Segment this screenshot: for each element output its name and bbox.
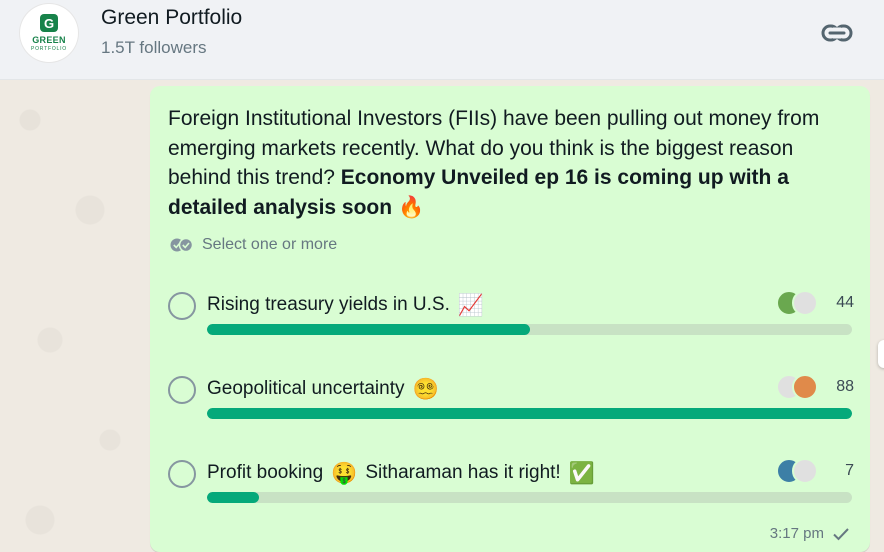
poll-option-bar-track [207, 324, 852, 335]
avatar-brand-text: GREEN [32, 35, 66, 45]
poll-option-text: Rising treasury yields in U.S. [207, 294, 450, 315]
poll-option-label[interactable]: Geopolitical uncertainty 😵‍💫 [207, 376, 439, 402]
poll-question: Foreign Institutional Investors (FIIs) h… [168, 104, 848, 222]
poll-option-radio[interactable] [168, 292, 196, 320]
poll-message-bubble: Foreign Institutional Investors (FIIs) h… [150, 86, 870, 552]
avatar-logo-mark: G [40, 14, 58, 32]
poll-option[interactable]: Profit booking 🤑 Sitharaman has it right… [168, 456, 854, 516]
voter-avatar [792, 374, 818, 400]
poll-option-suffix-text: Sitharaman has it right! [365, 462, 561, 483]
poll-option-voters[interactable] [776, 288, 824, 318]
poll-option-label[interactable]: Profit booking 🤑 Sitharaman has it right… [207, 460, 595, 486]
avatar-brand-subtext: PORTFOLIO [30, 46, 67, 52]
poll-option-text: Profit booking [207, 462, 324, 483]
fire-emoji: 🔥 [397, 194, 425, 219]
chart-increasing-emoji: 📈 [457, 292, 485, 317]
poll-option-voters[interactable] [776, 372, 824, 402]
select-hint: Select one or more [170, 234, 337, 256]
poll-option-vote-count: 88 [836, 378, 854, 395]
scroll-down-handle[interactable] [878, 340, 884, 368]
poll-option-vote-count: 7 [845, 462, 854, 479]
poll-option-voters[interactable] [776, 456, 824, 486]
voter-avatar [792, 290, 818, 316]
poll-option-bar-track [207, 492, 852, 503]
poll-option-text: Geopolitical uncertainty [207, 378, 405, 399]
message-time: 3:17 pm [769, 525, 824, 542]
poll-option-bar-fill [207, 408, 852, 419]
check-mark-emoji: ✅ [568, 460, 595, 485]
voter-avatar [792, 458, 818, 484]
poll-option[interactable]: Geopolitical uncertainty 😵‍💫 88 [168, 372, 854, 432]
poll-option-radio[interactable] [168, 376, 196, 404]
poll-option-radio[interactable] [168, 460, 196, 488]
select-hint-label: Select one or more [202, 236, 338, 253]
channel-header: G GREEN PORTFOLIO Green Portfolio 1.5T f… [0, 0, 884, 80]
check-icon [833, 527, 849, 540]
poll-option[interactable]: Rising treasury yields in U.S. 📈 44 [168, 288, 854, 348]
dizzy-face-emoji: 😵‍💫 [412, 376, 439, 401]
channel-followers: 1.5T followers [101, 38, 207, 57]
poll-option-label[interactable]: Rising treasury yields in U.S. 📈 [207, 292, 484, 318]
double-check-icon [170, 238, 194, 252]
poll-option-vote-count: 44 [836, 294, 854, 311]
channel-avatar[interactable]: G GREEN PORTFOLIO [20, 4, 78, 62]
channel-name[interactable]: Green Portfolio [101, 6, 242, 30]
poll-option-bar-fill [207, 492, 259, 503]
message-meta: 3:17 pm [770, 525, 850, 542]
money-mouth-emoji: 🤑 [331, 460, 358, 485]
poll-option-bar-fill [207, 324, 530, 335]
poll-option-bar-track [207, 408, 852, 419]
link-icon[interactable] [820, 20, 854, 46]
